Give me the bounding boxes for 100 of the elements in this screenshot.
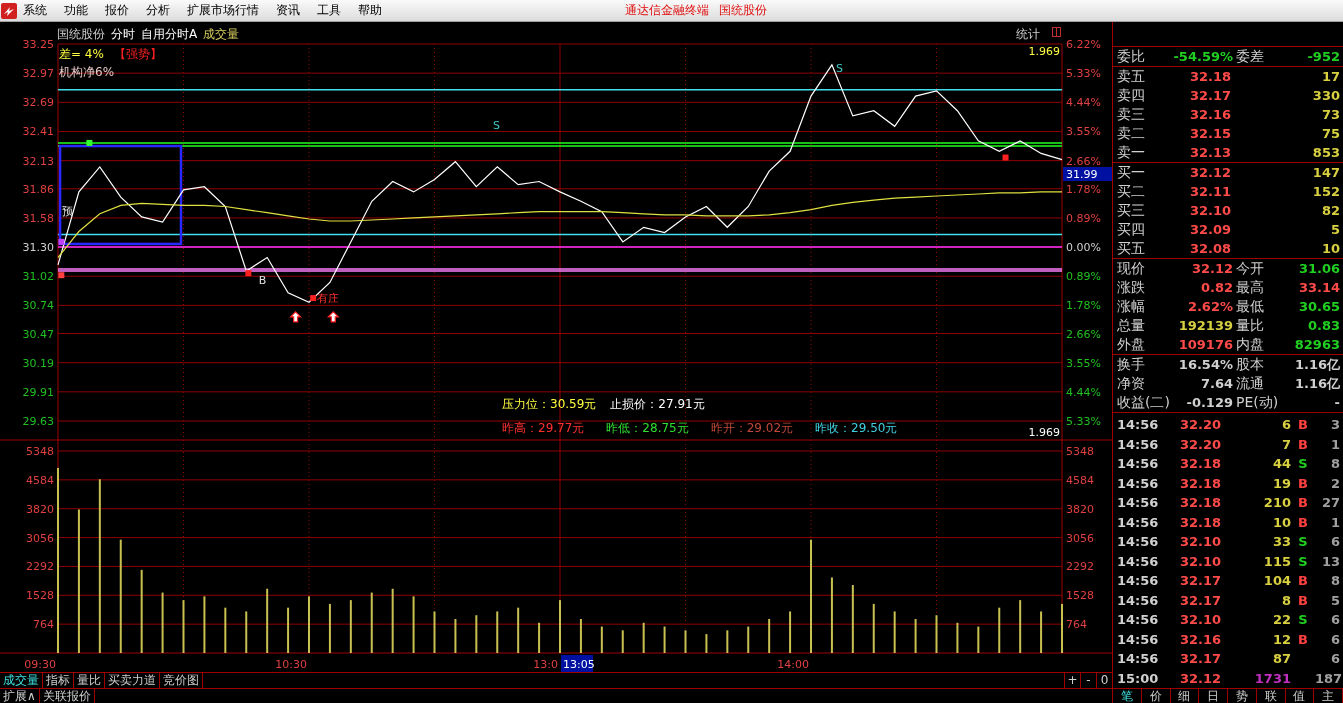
menu-item[interactable]: 帮助 [358,2,382,19]
trade-time: 14:56 [1117,513,1160,532]
bottom-tab[interactable]: 扩展∧ [0,689,40,703]
trade-side: B [1298,591,1308,610]
ask-label: 卖一 [1117,143,1146,162]
order-volume: 147 [1311,164,1340,182]
field-label: 量比 [1235,316,1265,335]
panel-tab[interactable]: 价 [1141,689,1171,703]
percent-axis-label: 4.44% [1066,385,1101,399]
panel-tab[interactable]: 细 [1170,689,1200,703]
percent-axis-label: 2.66% [1066,327,1101,341]
panel-tab[interactable]: 主 [1314,689,1343,703]
percent-axis-label: 6.22% [1066,38,1101,51]
percent-axis-label: 1.78% [1066,182,1101,196]
field-label: 总量 [1117,316,1146,335]
up-arrow-icon [326,311,340,323]
diff-label: 差= 4% [59,47,104,61]
order-volume: 853 [1311,144,1340,162]
price-axis-label: 31.58 [22,211,54,225]
trade-side: B [1298,630,1308,649]
bottom-tab[interactable]: 关联报价 [39,689,95,703]
signal-marker-icon [310,295,317,302]
zoom-button[interactable]: - [1080,673,1096,688]
zoom-button[interactable]: 0 [1096,673,1112,688]
volume-bar [956,622,959,653]
field-value: 30.65 [1297,298,1340,316]
volume-bar [705,634,708,653]
volume-axis-label: 5348 [1066,445,1094,458]
volume-bar [182,600,185,653]
price-axis-label: 32.13 [22,154,54,168]
menu-item[interactable]: 分析 [146,2,170,19]
trade-side: B [1298,513,1308,532]
percent-axis-label: 2.66% [1066,154,1101,168]
field-value: 7.64 [1200,375,1233,393]
signal-label: 有庄 [317,292,340,306]
panel-toggle-icon[interactable] [1052,27,1061,37]
trade-time: 15:00 [1117,669,1160,688]
trade-volume: 1731 [1253,669,1291,688]
percent-axis-label: 3.55% [1066,356,1101,370]
stats-text: 昨高：29.77元 [502,421,585,435]
order-price: 32.12 [1188,164,1231,182]
signal-marker-icon [245,270,252,277]
trade-count: 13 [1320,552,1340,571]
panel-tab[interactable]: 笔 [1113,689,1142,703]
price-axis-label: 33.25 [22,38,54,51]
trade-side: B [1298,572,1308,590]
chart-tab[interactable]: 竞价图 [160,673,203,688]
percent-axis-label: 5.33% [1066,415,1101,428]
menu-item[interactable]: 报价 [105,2,129,19]
percent-axis-label: 4.44% [1066,96,1101,110]
panel-tab[interactable]: 联 [1256,689,1286,703]
field-label: 委差 [1235,47,1265,66]
menu-item[interactable]: 系统 [23,2,47,19]
trade-price: 32.12 [1178,669,1221,688]
volume-bar [370,592,373,653]
panel-tab[interactable]: 日 [1199,689,1228,703]
price-axis-label: 30.19 [22,356,54,370]
field-label: 今开 [1235,259,1265,278]
menu-item[interactable]: 资讯 [276,2,300,19]
order-price: 32.08 [1188,240,1231,258]
signal-marker-icon [86,139,93,146]
field-label: 净资 [1117,374,1146,393]
zoom-button[interactable]: + [1064,673,1080,688]
volume-bar [579,619,582,653]
order-volume: 152 [1311,183,1340,201]
window-title: 国统股份 [719,2,767,19]
chart-tab[interactable]: 指标 [43,673,74,688]
menu-item[interactable]: 扩展市场行情 [187,2,259,19]
signal-label: B [258,274,267,288]
trade-side: S [1298,455,1308,473]
trade-price: 32.17 [1178,572,1221,590]
panel-tab[interactable]: 势 [1228,689,1257,703]
trade-time: 14:56 [1117,611,1160,629]
chart-tab[interactable]: 成交量 [0,673,43,688]
menu-item[interactable]: 工具 [317,2,341,19]
field-label: 现价 [1117,259,1146,278]
chart-tab[interactable]: 量比 [74,673,105,688]
bid-label: 买二 [1117,182,1146,201]
field-value: -952 [1306,48,1340,66]
trade-time: 14:56 [1117,474,1160,493]
trade-time: 14:56 [1117,650,1160,668]
volume-bar [475,615,478,653]
trade-volume: 19 [1271,474,1291,493]
trade-volume: 87 [1271,650,1291,668]
percent-axis-label: 3.55% [1066,125,1101,139]
bid-label: 买四 [1117,220,1146,239]
trade-volume: 7 [1280,435,1291,454]
menu-item[interactable]: 功能 [64,2,88,19]
trade-price: 32.17 [1178,591,1221,610]
panel-tab[interactable]: 值 [1285,689,1315,703]
trade-time: 14:56 [1117,533,1160,551]
trade-time: 14:56 [1117,552,1160,571]
chart-tab[interactable]: 买卖力道 [105,673,160,688]
price-axis-label: 30.47 [22,327,54,341]
stats-button[interactable]: 统计 [1016,27,1040,41]
order-price: 32.17 [1188,87,1231,105]
volume-bar [621,630,624,653]
field-value: 82963 [1293,336,1340,354]
volume-bar [454,619,457,653]
trade-price: 32.10 [1178,533,1221,551]
